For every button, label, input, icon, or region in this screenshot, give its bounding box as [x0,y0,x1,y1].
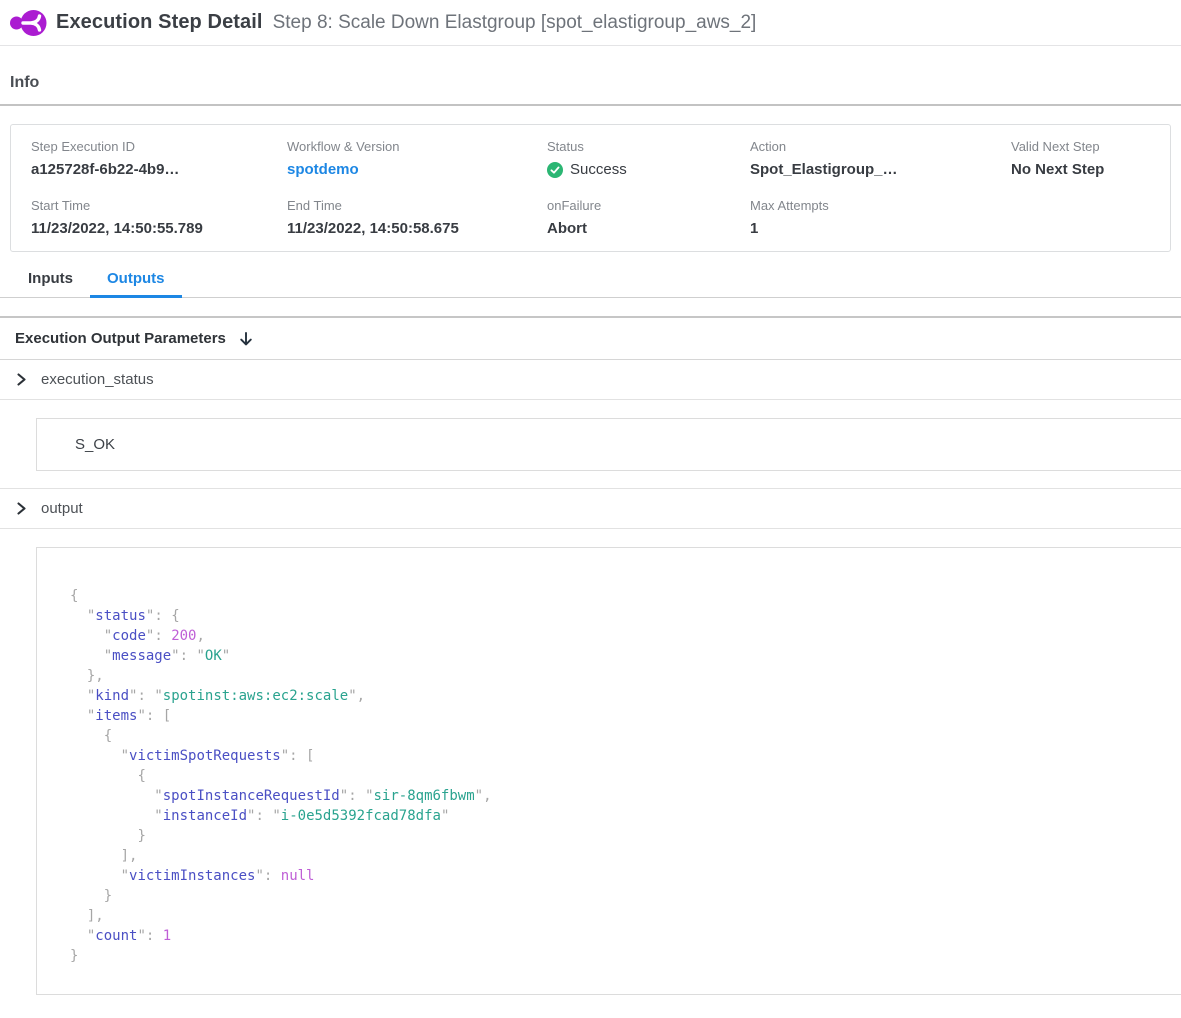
field-value: Spot_Elastigroup_… [750,161,1011,178]
param-row-output[interactable]: output [0,488,1181,529]
chevron-right-icon[interactable] [15,502,28,515]
field-value: 11/23/2022, 14:50:58.675 [287,220,547,237]
field-label: Status [547,139,750,154]
field-start-time: Start Time 11/23/2022, 14:50:55.789 [31,198,287,237]
field-label: Workflow & Version [287,139,547,154]
success-check-icon [547,162,563,178]
tab-inputs[interactable]: Inputs [11,270,90,297]
info-card: Step Execution ID a125728f-6b22-4b9… Wor… [10,124,1171,252]
spot-logo-icon [10,9,47,37]
info-section-title: Info [0,46,1181,106]
field-label: End Time [287,198,547,213]
execution-output-parameters-title: Execution Output Parameters [15,330,226,347]
field-label: Max Attempts [750,198,1011,213]
field-label: Step Execution ID [31,139,287,154]
field-max-attempts: Max Attempts 1 [750,198,1011,237]
param-name: execution_status [41,371,154,388]
field-value: 11/23/2022, 14:50:55.789 [31,220,287,237]
arrow-down-icon[interactable] [238,331,254,347]
status-text: Success [570,161,627,178]
field-status: Status Success [547,139,750,178]
field-action: Action Spot_Elastigroup_… [750,139,1011,178]
param-name: output [41,500,83,517]
field-value: a125728f-6b22-4b9… [31,161,287,178]
field-label: Action [750,139,1011,154]
page-title: Execution Step Detail [56,11,263,34]
page-subtitle: Step 8: Scale Down Elastgroup [spot_elas… [273,12,757,34]
field-workflow-version: Workflow & Version spotdemo [287,139,547,178]
field-step-execution-id: Step Execution ID a125728f-6b22-4b9… [31,139,287,178]
workflow-link[interactable]: spotdemo [287,161,547,178]
status-badge: Success [547,161,750,178]
tab-outputs[interactable]: Outputs [90,270,182,297]
field-onfailure: onFailure Abort [547,198,750,237]
field-value: 1 [750,220,1011,237]
field-label: Start Time [31,198,287,213]
field-label: Valid Next Step [1011,139,1150,154]
panel-separator [0,298,1181,318]
field-valid-next-step: Valid Next Step No Next Step [1011,139,1150,178]
field-value: No Next Step [1011,161,1150,178]
output-json-viewer: { "status": { "code": 200, "message": "O… [36,547,1181,995]
param-row-execution-status[interactable]: execution_status [0,360,1181,400]
detail-tabs: Inputs Outputs [0,270,1181,298]
chevron-right-icon[interactable] [15,373,28,386]
execution-output-parameters-header: Execution Output Parameters [0,318,1181,360]
field-label: onFailure [547,198,750,213]
execution-status-value: S_OK [75,436,115,453]
field-empty [1011,198,1150,237]
page-header: Execution Step Detail Step 8: Scale Down… [0,0,1181,46]
field-end-time: End Time 11/23/2022, 14:50:58.675 [287,198,547,237]
field-value: Abort [547,220,750,237]
execution-status-value-box: S_OK [36,418,1181,471]
